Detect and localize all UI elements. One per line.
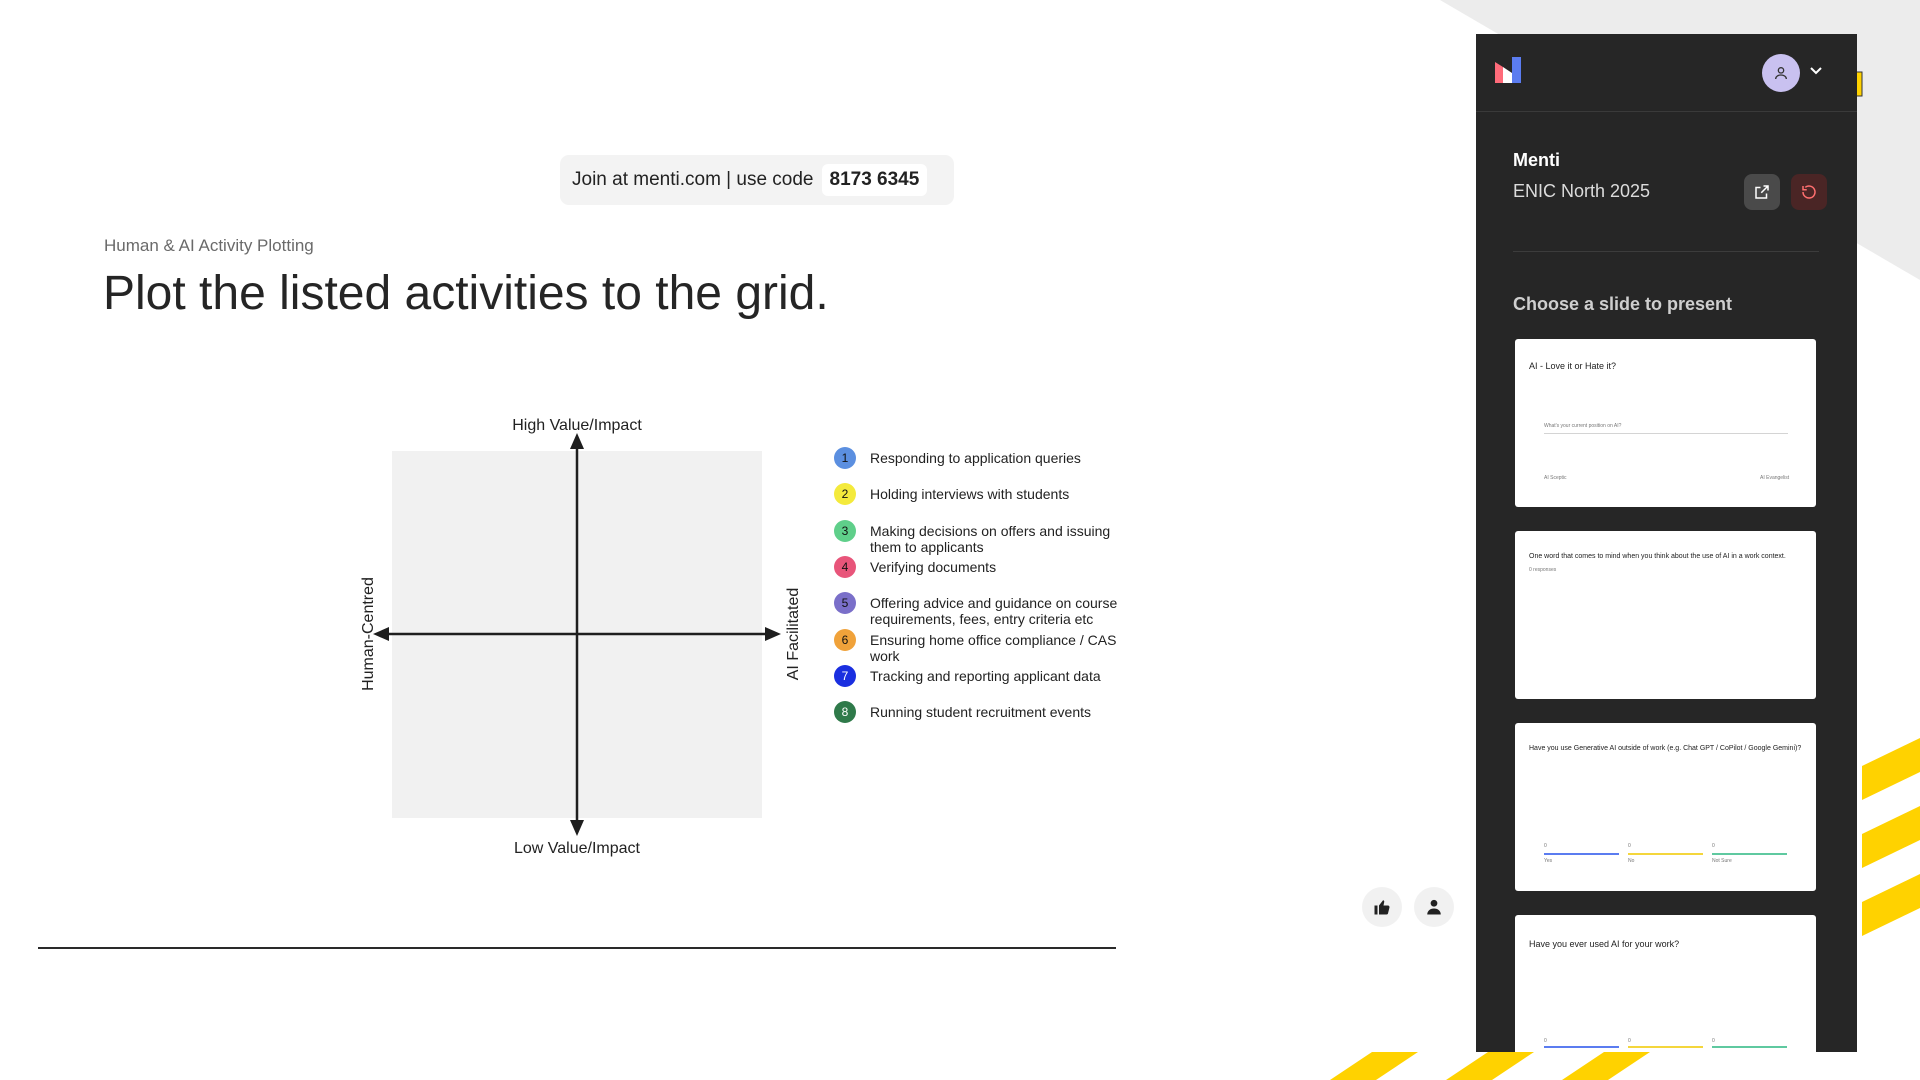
axis-label-left: Human-Centred: [360, 577, 377, 691]
bar-label: Not Sure: [1712, 858, 1732, 864]
legend-item: 3 Making decisions on offers and issuing…: [834, 520, 1134, 555]
bar-baseline: [1544, 1046, 1619, 1048]
bar-label: Yes: [1544, 858, 1553, 864]
participant-button[interactable]: [1414, 887, 1454, 927]
slide-subtitle: Human & AI Activity Plotting: [104, 236, 314, 255]
panel-app-name: Menti: [1513, 150, 1560, 170]
slide-thumbnail-title: Have you use Generative AI outside of wo…: [1529, 745, 1802, 752]
legend-item: 8 Running student recruitment events: [834, 701, 1134, 723]
arrow-left-icon: [373, 627, 389, 641]
arrow-down-icon: [570, 820, 584, 836]
legend-number-badge: 5: [834, 592, 856, 614]
progress-line: [38, 947, 1116, 949]
menti-logo-icon[interactable]: [1495, 57, 1521, 83]
legend-item: 5 Offering advice and guidance on course…: [834, 592, 1134, 627]
legend-number-badge: 1: [834, 447, 856, 469]
legend-label: Holding interviews with students: [870, 486, 1070, 502]
axis-label-top: High Value/Impact: [512, 417, 642, 434]
panel-event-name: ENIC North 2025: [1513, 181, 1651, 201]
arrow-up-icon: [570, 433, 584, 449]
bar-baseline: [1628, 853, 1703, 855]
legend-item: 4 Verifying documents: [834, 556, 1134, 578]
bar-label: No: [1628, 858, 1635, 864]
reset-icon: [1802, 185, 1816, 199]
reset-button[interactable]: [1791, 174, 1827, 210]
join-banner: Join at menti.com | use code 8173 6345: [560, 155, 954, 205]
panel-divider: [1513, 251, 1819, 252]
slide-thumbnail[interactable]: Have you use Generative AI outside of wo…: [1515, 723, 1816, 891]
legend-number-badge: 3: [834, 520, 856, 542]
bar-baseline: [1544, 853, 1619, 855]
legend-item: 7 Tracking and reporting applicant data: [834, 665, 1134, 687]
legend-label: Making decisions on offers and issuing t…: [870, 523, 1111, 555]
slider-right-label: AI Evangelist: [1760, 475, 1790, 481]
avatar[interactable]: [1762, 54, 1800, 92]
axis-label-bottom: Low Value/Impact: [514, 840, 641, 857]
slide-title: Plot the listed activities to the grid.: [103, 267, 829, 320]
slide-thumbnail[interactable]: One word that comes to mind when you thi…: [1515, 531, 1816, 699]
legend-label: Running student recruitment events: [870, 704, 1092, 720]
slide-thumbnail-title: Have you ever used AI for your work?: [1529, 939, 1680, 949]
legend-label: Ensuring home office compliance / CAS wo…: [870, 632, 1117, 664]
bar-baseline: [1712, 853, 1787, 855]
open-external-button[interactable]: [1744, 174, 1780, 210]
presenter-panel: Menti ENIC North 2025 Choose a slide to …: [1476, 34, 1857, 1052]
panel-header: [1476, 34, 1857, 112]
legend-item: 2 Holding interviews with students: [834, 483, 1134, 505]
axis-label-right: AI Facilitated: [785, 588, 802, 680]
chevron-down-icon[interactable]: [1808, 62, 1824, 78]
legend-label: Offering advice and guidance on course r…: [870, 595, 1118, 627]
arrow-right-icon: [765, 627, 781, 641]
like-button[interactable]: [1362, 887, 1402, 927]
grid-background: [392, 451, 762, 818]
legend-number-badge: 2: [834, 483, 856, 505]
slide-thumbnail-prompt: What's your current position on AI?: [1544, 423, 1622, 429]
legend-item: 1 Responding to application queries: [834, 447, 1134, 469]
slider-track: [1544, 433, 1788, 434]
legend-label: Tracking and reporting applicant data: [870, 668, 1101, 684]
legend-label: Responding to application queries: [870, 450, 1081, 466]
slider-left-label: AI Sceptic: [1544, 475, 1567, 481]
join-code: 8173 6345: [821, 164, 928, 196]
choose-slide-label: Choose a slide to present: [1513, 294, 1733, 314]
bar-value: 0: [1712, 1038, 1715, 1044]
legend-item: 6 Ensuring home office compliance / CAS …: [834, 629, 1134, 664]
user-icon: [1775, 67, 1787, 80]
join-text: Join at menti.com | use code: [572, 169, 814, 190]
slide-thumbnail-title: AI - Love it or Hate it?: [1529, 361, 1617, 371]
slide-thumbnail[interactable]: AI - Love it or Hate it? What's your cur…: [1515, 339, 1816, 507]
thumbs-up-icon: [1374, 900, 1390, 915]
legend-number-badge: 8: [834, 701, 856, 723]
slide-thumbnail-responses: 0 responses: [1529, 567, 1557, 573]
legend-label: Verifying documents: [870, 559, 997, 575]
slide-thumbnail-title: One word that comes to mind when you thi…: [1529, 553, 1786, 560]
slide-thumbnail[interactable]: Have you ever used AI for your work? 0 0…: [1515, 915, 1816, 1052]
bar-value: 0: [1544, 1038, 1547, 1044]
bar-value: 0: [1628, 843, 1631, 849]
bar-baseline: [1712, 1046, 1787, 1048]
legend-number-badge: 4: [834, 556, 856, 578]
legend-number-badge: 6: [834, 629, 856, 651]
bar-baseline: [1628, 1046, 1703, 1048]
legend-number-badge: 7: [834, 665, 856, 687]
bar-value: 0: [1628, 1038, 1631, 1044]
person-icon: [1427, 899, 1441, 915]
bar-value: 0: [1712, 843, 1715, 849]
external-link-icon: [1755, 185, 1769, 199]
bar-value: 0: [1544, 843, 1547, 849]
